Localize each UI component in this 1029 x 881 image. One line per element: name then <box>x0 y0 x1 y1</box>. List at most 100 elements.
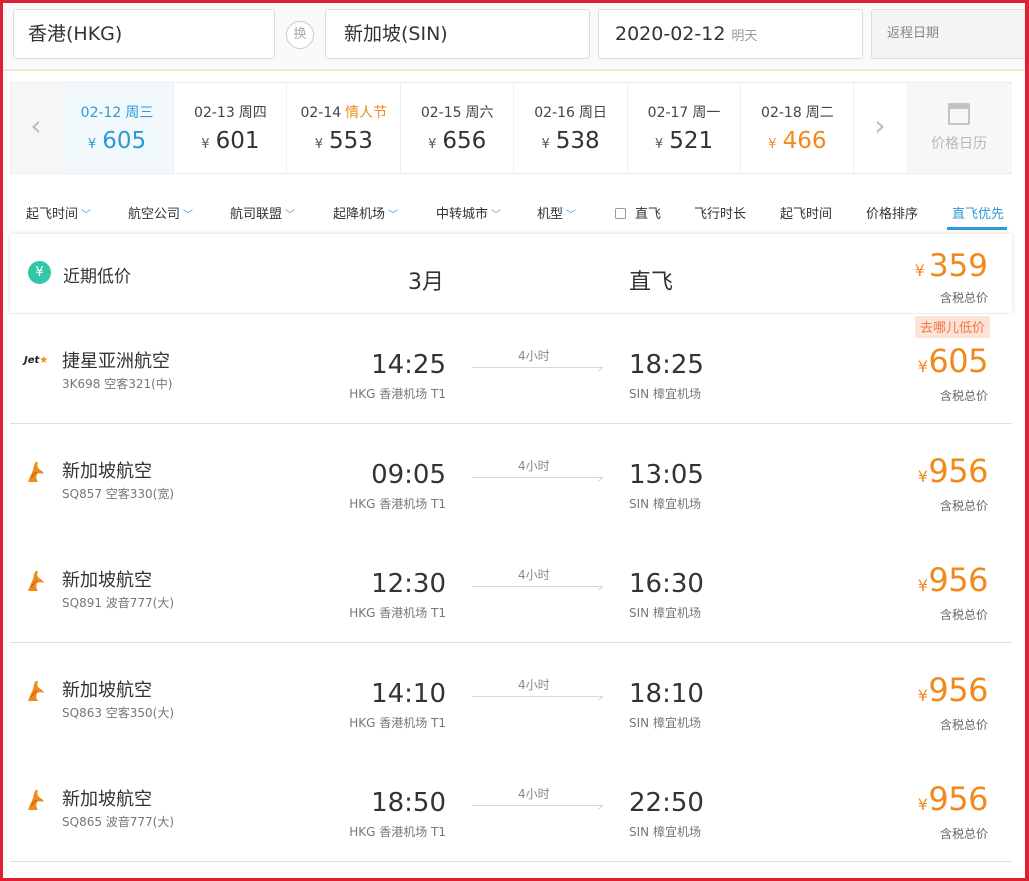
checkbox-icon[interactable] <box>615 208 626 219</box>
chevron-down-icon: ﹀ <box>285 210 296 221</box>
price-value: 359 <box>928 248 988 284</box>
currency-symbol: ¥ <box>201 137 210 152</box>
filter-label: 机型 <box>537 207 564 222</box>
price-value: 956 <box>928 561 988 600</box>
filter-departure-time[interactable]: 起飞时间 ﹀ <box>26 203 91 222</box>
recent-low-price-banner[interactable]: ¥ 近期低价 3月 直飞 ¥359 含税总价 <box>10 233 1012 313</box>
flight-row[interactable]: 新加坡航空 SQ857 空客330(宽) 09:05 HKG 香港机场 T1 4小时 13… <box>10 423 1012 534</box>
currency-symbol: ¥ <box>917 357 928 376</box>
departure-date-input[interactable]: 2020-02-12 明天 <box>598 9 863 59</box>
filter-alliance[interactable]: 航司联盟 ﹀ <box>230 203 295 222</box>
tax-included-label: 含税总价 <box>939 291 988 305</box>
date-option[interactable]: 02-18 周二 ¥466 <box>741 83 855 173</box>
date-price-strip: ‹ 02-12 周三 ¥605 02-13 周四 ¥601 02-14 情人节 ¥553 02-1… <box>10 82 1012 174</box>
active-sort-underline <box>947 227 1007 230</box>
to-city-input[interactable]: 新加坡(SIN) <box>325 9 590 59</box>
date-price: ¥521 <box>628 128 740 154</box>
filter-bar: 起飞时间 ﹀ 航空公司 ﹀ 航司联盟 ﹀ 起降机场 ﹀ 中转城市 ﹀ 机型 ﹀ 直飞 飞行时… <box>10 186 1012 232</box>
departure-date-value: 2020-02-12 <box>615 23 726 45</box>
flight-price[interactable]: ¥956 <box>918 451 989 490</box>
date-option[interactable]: 02-13 周四 ¥601 <box>174 83 288 173</box>
duration-arrow <box>472 695 602 697</box>
chevron-left-icon[interactable]: ‹ <box>11 83 61 173</box>
flight-price[interactable]: ¥956 <box>917 670 989 709</box>
date-label: 02-12 周三 <box>61 102 173 122</box>
low-price-type: 直飞 <box>629 270 674 295</box>
sort-departure-time[interactable]: 起飞时间 <box>780 203 832 222</box>
weekday-label: 周二 <box>805 105 834 121</box>
currency-symbol: ¥ <box>914 261 925 280</box>
filter-label: 起飞时间 <box>26 207 79 222</box>
flight-duration: 4小时 <box>518 787 550 802</box>
flight-number-aircraft: SQ857 空客330(宽) <box>62 486 175 501</box>
duration-arrow <box>472 805 602 807</box>
date-label: 02-16 周日 <box>515 102 627 122</box>
from-city-input[interactable]: 香港(HKG) <box>13 9 275 59</box>
swap-cities-button[interactable]: 换 <box>286 21 314 49</box>
tax-included-label: 含税总价 <box>939 498 988 513</box>
sort-price[interactable]: 价格排序 <box>866 203 918 222</box>
flight-price[interactable]: ¥956 <box>918 561 989 600</box>
filter-direct-checkbox[interactable]: 直飞 <box>615 203 661 222</box>
date-value: 02-16 <box>534 105 575 121</box>
weekday-label: 周三 <box>125 105 154 121</box>
flight-price[interactable]: ¥956 <box>918 780 989 819</box>
tax-included-label: 含税总价 <box>939 608 988 623</box>
flight-row[interactable]: 新加坡航空 SQ863 空客350(大) 14:10 HKG 香港机场 T1 4小时 18… <box>10 642 1012 753</box>
chevron-down-icon: ﹀ <box>491 210 502 221</box>
singapore-airlines-logo <box>24 460 52 482</box>
date-option[interactable]: 02-12 周三 ¥605 <box>61 83 174 173</box>
filter-airport[interactable]: 起降机场 ﹀ <box>333 203 398 222</box>
filter-aircraft[interactable]: 机型 ﹀ <box>537 203 576 222</box>
date-option[interactable]: 02-14 情人节 ¥553 <box>288 83 401 173</box>
duration-arrow <box>472 476 602 478</box>
date-option[interactable]: 02-16 周日 ¥538 <box>515 83 628 173</box>
filter-airline[interactable]: 航空公司 ﹀ <box>128 203 193 222</box>
date-price: ¥538 <box>515 128 627 154</box>
search-bar: 香港(HKG) 换 新加坡(SIN) 2020-02-12 明天 返程日期 <box>3 3 1029 71</box>
weekday-label: 周日 <box>578 105 607 121</box>
arrival-airport: SIN 樟宜机场 <box>629 496 701 511</box>
filter-label: 直飞 <box>635 207 662 222</box>
flight-row[interactable]: Jet★ 捷星亚洲航空 3K698 空客321(中) 14:25 HKG 香港机场 T1… <box>10 314 1012 424</box>
departure-time: 18:50 <box>371 788 446 819</box>
tax-included-label: 含税总价 <box>939 389 988 403</box>
price-value: 521 <box>669 128 714 154</box>
date-value: 02-17 <box>647 105 689 121</box>
date-label: 02-13 周四 <box>174 102 286 122</box>
flight-row[interactable]: 新加坡航空 SQ891 波音777(大) 12:30 HKG 香港机场 T1 4小时 16… <box>10 533 1012 644</box>
price-value: 605 <box>102 128 147 154</box>
price-value: 956 <box>928 451 988 490</box>
duration-arrow <box>472 586 602 588</box>
currency-symbol: ¥ <box>917 685 928 705</box>
chevron-right-icon[interactable]: › <box>855 83 905 173</box>
date-option[interactable]: 02-15 周六 ¥656 <box>401 83 515 173</box>
price-value: 553 <box>328 128 373 154</box>
flight-duration: 4小时 <box>518 458 550 473</box>
departure-airport: HKG 香港机场 T1 <box>349 715 446 730</box>
date-price: ¥553 <box>288 128 400 154</box>
date-option[interactable]: 02-17 周一 ¥521 <box>628 83 741 173</box>
sort-direct-first[interactable]: 直飞优先 <box>952 203 1004 222</box>
jetstar-logo: Jet★ <box>24 355 49 366</box>
return-date-input[interactable]: 返程日期 <box>871 9 1029 59</box>
arrival-airport: SIN 樟宜机场 <box>629 387 701 401</box>
date-value: 02-18 <box>761 105 802 121</box>
date-price: ¥605 <box>61 128 173 154</box>
airline-name: 捷星亚洲航空 <box>62 351 170 372</box>
price-value: 956 <box>928 670 988 709</box>
price-calendar-button[interactable]: 价格日历 <box>906 83 1012 173</box>
sort-duration[interactable]: 飞行时长 <box>694 203 746 222</box>
flight-price[interactable]: ¥605 <box>917 342 989 380</box>
departure-time: 14:25 <box>371 350 446 380</box>
flight-number-aircraft: SQ891 波音777(大) <box>62 596 175 611</box>
duration-arrow <box>472 367 602 368</box>
price-value: 956 <box>928 780 988 819</box>
departure-date-hint: 明天 <box>731 29 758 44</box>
date-label: 02-14 情人节 <box>288 102 400 122</box>
airline-name: 新加坡航空 <box>62 570 152 592</box>
filter-label: 航司联盟 <box>230 207 283 222</box>
filter-transfer-city[interactable]: 中转城市 ﹀ <box>436 203 501 222</box>
departure-airport: HKG 香港机场 T1 <box>349 387 446 401</box>
flight-row[interactable]: 新加坡航空 SQ865 波音777(大) 18:50 HKG 香港机场 T1 4小时 22… <box>10 752 1012 863</box>
